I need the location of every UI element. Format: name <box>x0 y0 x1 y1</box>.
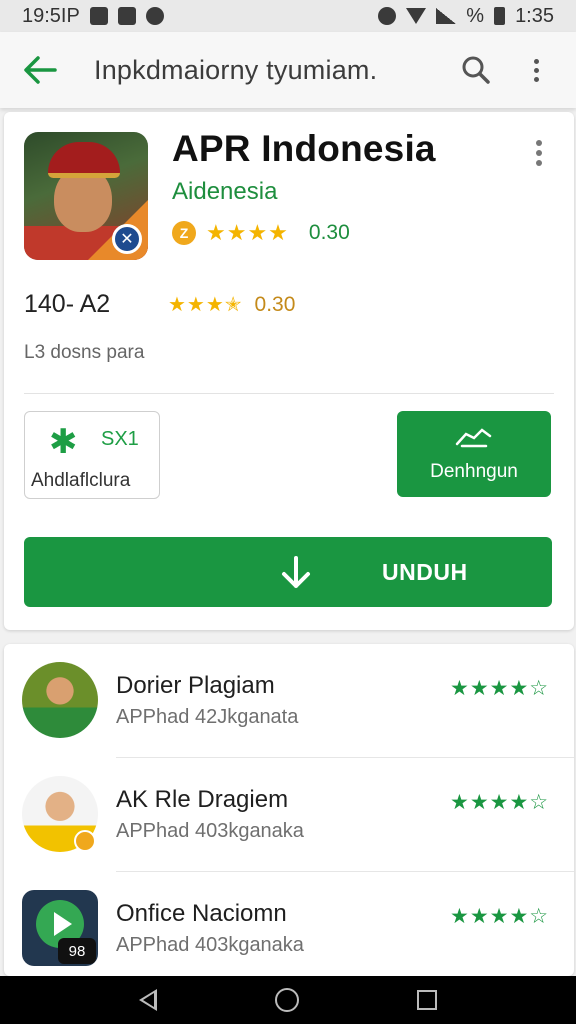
list-item[interactable]: AK Rle Dragiem APPhad 403kganaka ★★★★☆ <box>4 758 574 872</box>
rating-value: 0.30 <box>308 221 350 244</box>
search-icon <box>462 56 490 84</box>
list-item-subtitle: APPhad 42Jkganata <box>116 706 299 728</box>
image-notification-icon <box>117 7 136 25</box>
related-apps-list: Dorier Plagiam APPhad 42Jkganata ★★★★☆ A… <box>4 644 574 976</box>
badge-icon <box>74 830 96 852</box>
primary-small-button[interactable]: Denhngun <box>397 411 551 497</box>
battery-icon <box>494 7 506 25</box>
list-item-title: AK Rle Dragiem <box>116 786 289 813</box>
download-button[interactable]: UNDUH <box>24 537 552 607</box>
handshake-icon <box>454 426 494 457</box>
primary-small-label: Denhngun <box>430 460 518 482</box>
nav-recents-icon[interactable] <box>417 990 437 1010</box>
battery-percent: % <box>466 4 485 27</box>
list-item-stars: ★★★★☆ <box>450 791 550 814</box>
wifi-icon <box>406 8 427 24</box>
app-tag: 98 <box>58 938 96 964</box>
size-row: 140- A2 ★★★✭ 0.30 <box>24 290 295 319</box>
list-item-stars: ★★★★☆ <box>450 677 550 700</box>
list-item-subtitle: APPhad 403kganaka <box>116 934 304 956</box>
system-nav-bar <box>0 976 576 1024</box>
nav-home-icon[interactable] <box>275 988 299 1012</box>
info-note: L3 dosns para <box>24 342 145 363</box>
tools-badge-icon: ✕ <box>112 224 142 254</box>
arrow-left-icon <box>24 56 57 84</box>
action-label: Ahdlaflclura <box>31 470 131 491</box>
alarm-icon <box>378 7 397 25</box>
list-item[interactable]: Dorier Plagiam APPhad 42Jkganata ★★★★☆ <box>4 644 574 758</box>
location-icon <box>145 7 164 25</box>
list-item-title: Onfice Naciomn <box>116 900 287 927</box>
action-code: SX1 <box>101 428 139 450</box>
notification-icon <box>89 7 108 25</box>
size-stars: ★★★✭ <box>168 294 243 316</box>
rating-stars: ★★★★ <box>206 220 289 245</box>
download-arrow-icon <box>282 556 310 588</box>
avatar <box>22 662 98 738</box>
status-clock: 1:35 <box>515 4 554 27</box>
status-time: 19:5IP <box>22 4 80 27</box>
app-bar: Inpkdmaiorny tyumiam. <box>0 32 576 108</box>
download-label: UNDUH <box>382 559 468 585</box>
developer-link[interactable]: Aidenesia <box>172 178 277 206</box>
card-more-button[interactable] <box>536 140 542 166</box>
overflow-menu-button[interactable] <box>506 32 566 108</box>
rating-row: Z ★★★★ 0.30 <box>172 220 350 246</box>
nav-back-icon[interactable] <box>139 989 157 1011</box>
back-button[interactable] <box>0 32 80 108</box>
app-detail-card: ✕ APR Indonesia Aidenesia Z ★★★★ 0.30 14… <box>4 112 574 630</box>
size-rating: 0.30 <box>254 292 296 316</box>
page-title: Inpkdmaiorny tyumiam. <box>94 54 378 85</box>
secondary-action-button[interactable]: ✱ SX1 Ahdlaflclura <box>24 411 160 499</box>
star-burst-icon: ✱ <box>49 423 78 461</box>
status-bar: 19:5IP % 1:35 <box>0 0 576 32</box>
more-vert-icon <box>533 58 539 82</box>
divider <box>24 393 554 394</box>
size-label: 140- A2 <box>24 290 111 318</box>
list-item-title: Dorier Plagiam <box>116 672 275 699</box>
search-button[interactable] <box>446 32 506 108</box>
play-store-icon: 98 <box>22 890 98 966</box>
list-item-stars: ★★★★☆ <box>450 905 550 928</box>
signal-icon <box>436 8 457 24</box>
list-item[interactable]: 98 Onfice Naciomn APPhad 403kganaka ★★★★… <box>4 872 574 976</box>
list-item-subtitle: APPhad 403kganaka <box>116 820 304 842</box>
app-icon: ✕ <box>24 132 148 260</box>
app-name: APR Indonesia <box>172 128 436 169</box>
coin-icon: Z <box>172 221 196 245</box>
